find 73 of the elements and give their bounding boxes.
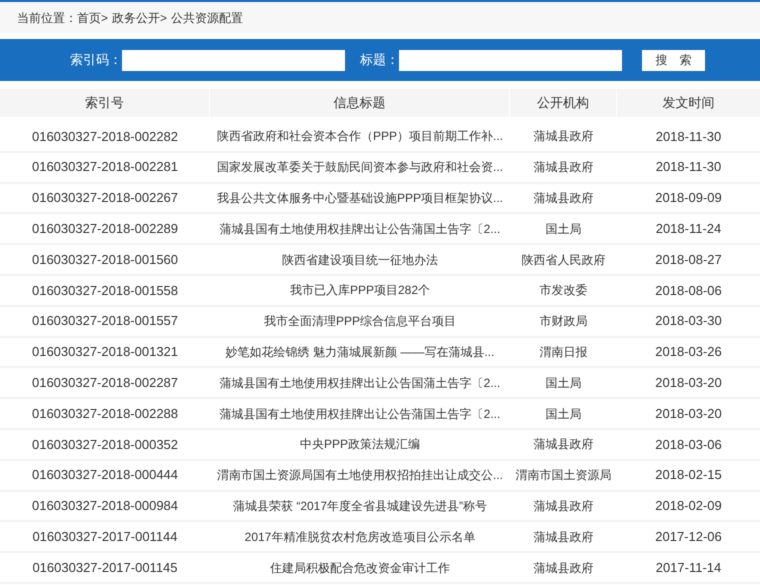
breadcrumb-label: 当前位置： xyxy=(17,10,77,26)
date-cell-text: 2018-02-15 xyxy=(655,466,722,484)
date-cell-text: 2018-11-30 xyxy=(656,158,722,176)
agency-cell-text: 陕西省人民政府 xyxy=(522,252,606,269)
date-cell-text: 2018-02-09 xyxy=(655,497,722,516)
title-link[interactable]: 中央PPP政策法规汇编 xyxy=(300,435,420,454)
title-link[interactable]: 我市已入库PPP项目282个 xyxy=(290,281,430,300)
title-link[interactable]: 住建局积极配合危改资金审计工作 xyxy=(270,558,450,577)
agency-cell-text: 渭南市国土资源局 xyxy=(516,467,612,484)
index-number-cell-text: 016030327-2017-001144 xyxy=(32,528,178,546)
index-number-cell-text: 016030327-2018-001560 xyxy=(32,250,178,269)
title-link[interactable]: 蒲城县国有土地使用权挂牌出让公告蒲国土告字〔2... xyxy=(220,404,500,423)
title-link[interactable]: 2017年精准脱贫农村危房改造项目公示名单 xyxy=(244,528,476,546)
agency-cell-text: 蒲城县政府 xyxy=(534,128,594,146)
field-label: 标题： xyxy=(360,51,399,70)
index-number-cell-text: 016030327-2018-001557 xyxy=(32,312,178,330)
agency-cell-text: 蒲城县政府 xyxy=(534,436,594,454)
date-cell-text: 2018-03-30 xyxy=(655,312,722,330)
title-link[interactable]: 陕西省建设项目统一征地办法 xyxy=(282,250,438,269)
agency-cell-text: 蒲城县政府 xyxy=(534,498,594,515)
field-label: 索引码： xyxy=(70,51,122,70)
column-header: 信息标题 xyxy=(210,89,510,117)
date-cell-text: 2018-09-09 xyxy=(655,189,722,208)
search-field[interactable] xyxy=(122,50,345,70)
index-number-cell-text: 016030327-2018-000984 xyxy=(32,497,178,516)
breadcrumb-link[interactable]: 公共资源配置 xyxy=(171,8,244,26)
title-link[interactable]: 蒲城县国有土地使用权挂牌出让公告蒲国土告字〔2... xyxy=(220,220,500,238)
index-number-cell-text: 016030327-2018-002282 xyxy=(32,128,178,146)
agency-cell-text: 蒲城县政府 xyxy=(534,159,594,176)
agency-cell-text: 市财政局 xyxy=(540,313,588,330)
agency-cell-text: 蒲城县政府 xyxy=(534,190,594,207)
agency-cell-text: 市发改委 xyxy=(540,282,588,300)
index-number-cell-text: 016030327-2017-001145 xyxy=(32,558,178,577)
breadcrumb-link[interactable]: 首页> xyxy=(77,8,108,26)
search-button[interactable]: 搜 索 xyxy=(642,50,705,70)
title-link[interactable]: 渭南市国土资源局国有土地使用权招拍挂出让成交公... xyxy=(216,466,503,484)
date-cell-text: 2018-03-20 xyxy=(655,374,722,392)
column-header: 发文时间 xyxy=(662,94,716,112)
index-number-cell-text: 016030327-2018-001558 xyxy=(32,282,178,300)
index-number-cell-text: 016030327-2018-002288 xyxy=(32,404,178,423)
index-number-cell-text: 016030327-2018-001321 xyxy=(32,343,178,362)
date-cell-text: 2018-08-27 xyxy=(655,250,722,269)
agency-cell-text: 渭南日报 xyxy=(540,344,588,361)
agency-cell-text: 蒲城县政府 xyxy=(534,560,594,577)
title-link[interactable]: 妙笔如花绘锦绣 魅力蒲城展新颜 ——写在蒲城县... xyxy=(226,342,494,361)
date-cell-text: 2018-03-06 xyxy=(655,436,722,454)
index-number-cell-text: 016030327-2018-000352 xyxy=(32,436,178,454)
title-link[interactable]: 我市全面清理PPP综合信息平台项目 xyxy=(264,312,456,330)
index-number-cell-text: 016030327-2018-002287 xyxy=(32,374,178,392)
date-cell-text: 2018-11-24 xyxy=(656,220,722,238)
date-cell-text: 2018-08-06 xyxy=(655,282,722,300)
date-cell-text: 2017-11-14 xyxy=(656,558,722,577)
title-link[interactable]: 蒲城县国有土地使用权挂牌出让公告国蒲土告字〔2... xyxy=(220,374,500,392)
column-header: 公开机构 xyxy=(510,89,617,117)
index-number-cell-text: 016030327-2018-000444 xyxy=(32,466,178,484)
column-header: 索引号 xyxy=(0,89,210,117)
agency-cell-text: 国土局 xyxy=(546,374,582,392)
breadcrumb-link[interactable]: 政务公开> xyxy=(112,8,168,26)
title-link[interactable]: 国家发展改革委关于鼓励民间资本参与政府和社会资... xyxy=(216,158,503,176)
index-number-cell-text: 016030327-2018-002289 xyxy=(32,220,178,238)
agency-cell-text: 国土局 xyxy=(546,406,582,423)
title-link[interactable]: 蒲城县荣获 “2017年度全省县城建设先进县”称号 xyxy=(232,496,488,515)
search-field[interactable] xyxy=(399,50,622,70)
index-number-cell-text: 016030327-2018-002281 xyxy=(32,158,178,176)
date-cell-text: 2018-03-26 xyxy=(655,343,722,362)
agency-cell-text: 国土局 xyxy=(546,220,582,238)
date-cell-text: 2017-12-06 xyxy=(655,528,722,546)
agency-cell-text: 蒲城县政府 xyxy=(534,528,594,546)
date-cell-text: 2018-11-30 xyxy=(656,128,722,146)
title-link[interactable]: 陕西省政府和社会资本合作（PPP）项目前期工作补... xyxy=(216,127,503,146)
index-number-cell-text: 016030327-2018-002267 xyxy=(32,189,178,208)
title-link[interactable]: 我县公共文体服务中心暨基础设施PPP项目框架协议... xyxy=(216,188,503,207)
date-cell-text: 2018-03-20 xyxy=(655,404,722,423)
